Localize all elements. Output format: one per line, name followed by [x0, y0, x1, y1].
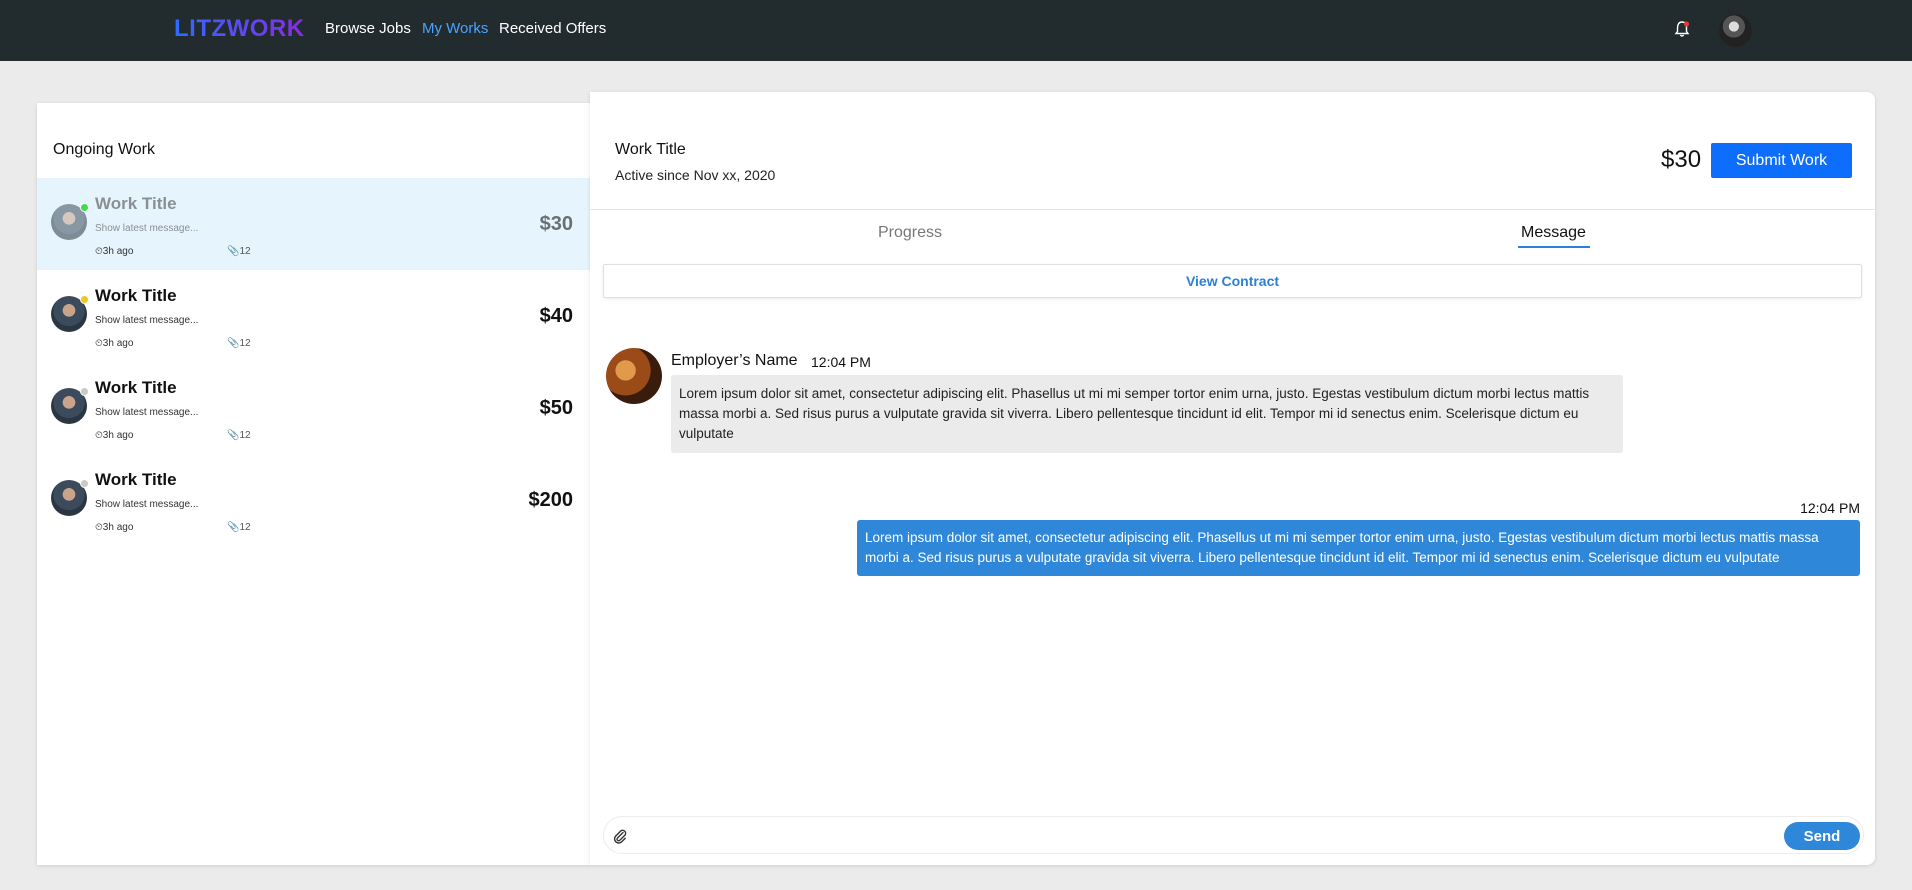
work-item-attachments: 📎12: [227, 338, 251, 349]
work-item-attachments: 📎12: [227, 522, 251, 533]
employer-name: Employer’s Name: [671, 352, 798, 369]
work-list-item[interactable]: Work Title Show latest message... ⏲3h ag…: [37, 270, 590, 362]
work-list-item[interactable]: Work Title Show latest message... ⏲3h ag…: [37, 178, 590, 270]
nav-link-my-works[interactable]: My Works: [422, 20, 488, 37]
work-item-latest-message: Show latest message...: [95, 407, 199, 418]
nav-link-received-offers[interactable]: Received Offers: [499, 20, 606, 37]
work-item-time: ⏲3h ago: [95, 522, 134, 533]
employer-avatar: [606, 348, 662, 404]
status-dot: [80, 479, 89, 488]
status-dot: [80, 203, 89, 212]
tab-progress[interactable]: Progress: [878, 224, 942, 242]
work-detail-panel: Work Title Active since Nov xx, 2020 $30…: [590, 92, 1875, 865]
paperclip-icon[interactable]: [612, 828, 628, 844]
incoming-message-time: 12:04 PM: [811, 354, 871, 370]
tab-message[interactable]: Message: [1521, 224, 1586, 242]
user-avatar[interactable]: [1719, 14, 1752, 47]
incoming-message-bubble: Lorem ipsum dolor sit amet, consectetur …: [671, 375, 1623, 453]
panel-title: Ongoing Work: [53, 141, 155, 158]
message-composer: Send: [603, 816, 1864, 854]
view-contract-button[interactable]: View Contract: [603, 264, 1862, 298]
status-dot: [80, 295, 89, 304]
outgoing-message-time: 12:04 PM: [1800, 500, 1860, 516]
notification-bell-icon[interactable]: [1672, 19, 1692, 39]
message-input[interactable]: [636, 823, 1776, 849]
work-title: Work Title: [615, 141, 686, 158]
status-dot: [80, 387, 89, 396]
work-item-price: $50: [539, 397, 573, 419]
ongoing-work-panel: Ongoing Work Work Title Show latest mess…: [37, 103, 590, 865]
work-list-item[interactable]: Work Title Show latest message... ⏲3h ag…: [37, 454, 590, 546]
divider: [590, 209, 1875, 210]
work-item-attachments: 📎12: [227, 430, 251, 441]
active-tab-indicator: [1518, 246, 1590, 248]
work-item-title: Work Title: [95, 470, 177, 489]
work-item-price: $40: [539, 305, 573, 327]
work-item-latest-message: Show latest message...: [95, 223, 199, 234]
nav-link-browse-jobs[interactable]: Browse Jobs: [325, 20, 411, 37]
work-item-attachments: 📎12: [227, 246, 251, 257]
work-item-latest-message: Show latest message...: [95, 315, 199, 326]
work-price: $30: [1661, 146, 1702, 173]
outgoing-message-bubble: Lorem ipsum dolor sit amet, consectetur …: [857, 520, 1860, 576]
work-item-time: ⏲3h ago: [95, 246, 134, 257]
send-button[interactable]: Send: [1784, 822, 1860, 850]
work-item-title: Work Title: [95, 194, 177, 213]
work-item-latest-message: Show latest message...: [95, 499, 199, 510]
logo[interactable]: LITZWORK: [174, 15, 305, 43]
top-nav-bar: LITZWORK Browse Jobs My Works Received O…: [0, 0, 1912, 61]
work-item-time: ⏲3h ago: [95, 430, 134, 441]
work-item-price: $200: [528, 489, 574, 511]
work-item-price: $30: [539, 213, 573, 235]
work-list-item[interactable]: Work Title Show latest message... ⏲3h ag…: [37, 362, 590, 454]
work-item-title: Work Title: [95, 378, 177, 397]
submit-work-button[interactable]: Submit Work: [1711, 143, 1852, 178]
work-item-title: Work Title: [95, 286, 177, 305]
work-active-since: Active since Nov xx, 2020: [615, 167, 776, 183]
work-item-time: ⏲3h ago: [95, 338, 134, 349]
